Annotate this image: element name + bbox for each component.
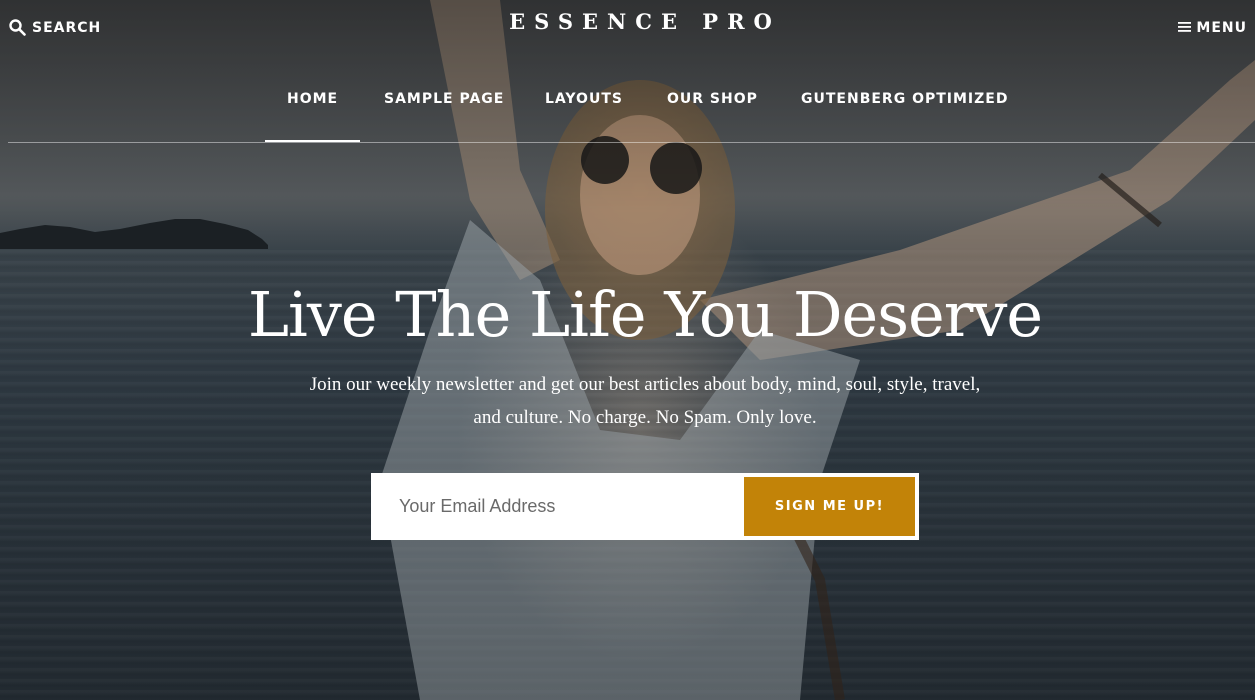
email-input[interactable]	[371, 473, 744, 540]
nav-item-gutenberg-optimized[interactable]: GUTENBERG OPTIMIZED	[801, 91, 1008, 107]
menu-label: MENU	[1196, 20, 1247, 36]
header-divider	[8, 142, 1255, 143]
nav-item-our-shop[interactable]: OUR SHOP	[667, 91, 758, 107]
nav-item-sample-page[interactable]: SAMPLE PAGE	[384, 91, 504, 107]
hero-headline: Live The Life You Deserve	[247, 278, 1043, 351]
site-title[interactable]: ESSENCE PRO	[0, 9, 1255, 34]
hero-subtext: Join our weekly newsletter and get our b…	[309, 374, 981, 428]
newsletter-form: SIGN ME UP!	[371, 473, 919, 540]
nav-item-home[interactable]: HOME	[287, 91, 338, 107]
hamburger-icon	[1178, 20, 1192, 36]
primary-nav: HOME SAMPLE PAGE LAYOUTS OUR SHOP GUTENB…	[0, 87, 1255, 143]
menu-button[interactable]: MENU	[1178, 20, 1247, 36]
nav-item-layouts[interactable]: LAYOUTS	[545, 91, 623, 107]
sign-up-button[interactable]: SIGN ME UP!	[744, 477, 915, 536]
